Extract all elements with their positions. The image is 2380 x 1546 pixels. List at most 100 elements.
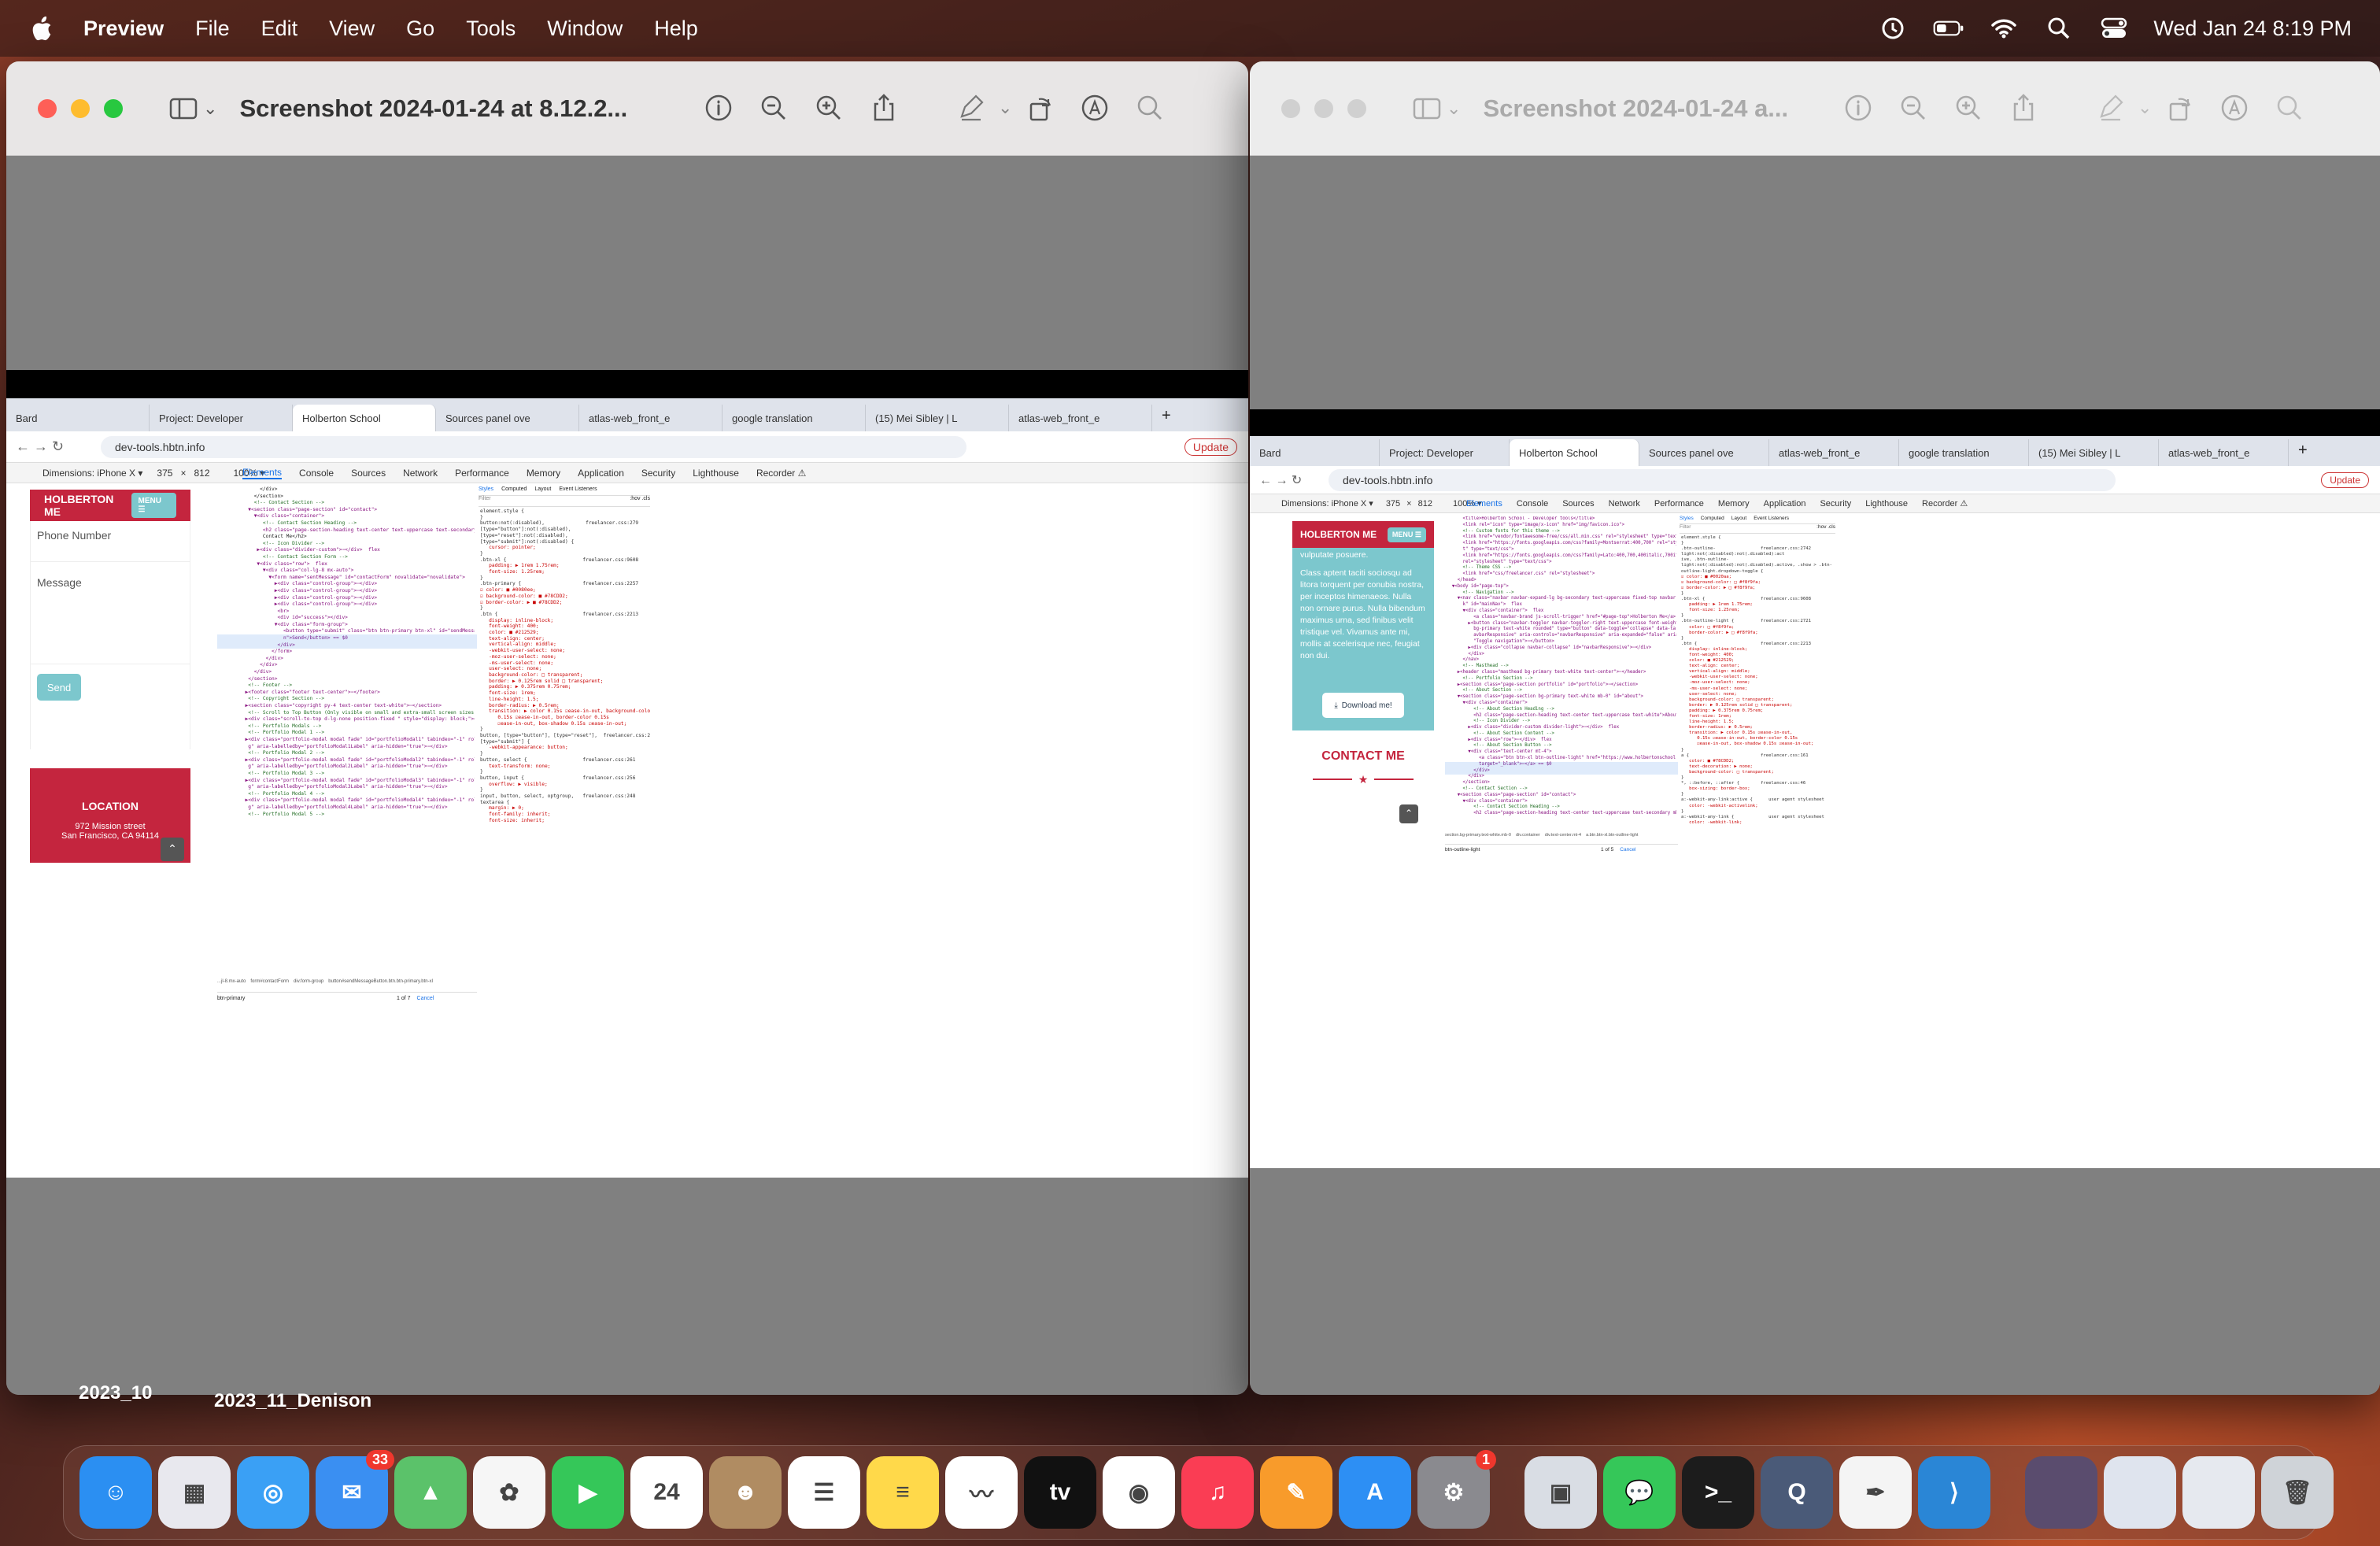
close-button[interactable]	[38, 98, 57, 118]
css-rule-line[interactable]: [type="reset"]:not(:disabled),	[480, 533, 650, 539]
css-rule-line[interactable]: ☑ease-in-out, box-shadow 0.15s ☑ease-in-…	[480, 721, 650, 727]
dom-node-line[interactable]: ▶<section class="copyright py-4 text-cen…	[219, 703, 475, 710]
tab-layout[interactable]: Layout	[1731, 516, 1747, 521]
tab-security[interactable]: Security	[1820, 499, 1851, 509]
css-rule-line[interactable]: display: inline-block;	[1681, 647, 1835, 653]
tab-network[interactable]: Network	[403, 468, 438, 479]
css-rule-line[interactable]: light:not(:disabled):not(.disabled).acti…	[1681, 563, 1835, 568]
css-rule-line[interactable]: ☑ease-in-out, box-shadow 0.15s ☑ease-in-…	[1681, 742, 1835, 747]
dom-node-line[interactable]: </head>	[1447, 578, 1676, 584]
dom-node-line[interactable]: <!-- Contact Section -->	[219, 500, 475, 507]
browser-tab[interactable]: atlas-web_front_e	[1769, 439, 1899, 466]
dom-node-line[interactable]: </section>	[219, 676, 475, 683]
browser-tab[interactable]: Bard	[1250, 439, 1380, 466]
browser-tab[interactable]: google translation	[1899, 439, 2029, 466]
dom-node-line[interactable]: <!-- Masthead -->	[1447, 664, 1676, 670]
css-rule-line[interactable]: border-radius: ▶ 0.5rem;	[1681, 725, 1835, 730]
menu-view[interactable]: View	[329, 17, 375, 41]
css-rule-line[interactable]: .btn-primary { freelancer.css:2257	[480, 581, 650, 587]
dom-node-line[interactable]: <!-- Scroll to Top Button (Only visible …	[219, 710, 475, 717]
dom-node-line[interactable]: rel="stylesheet" type="text/css">	[1447, 560, 1676, 566]
dom-node-line[interactable]: g" aria-labelledby="portfolioModal3Label…	[219, 784, 475, 791]
css-rule-line[interactable]: color: ■ #212529;	[1681, 658, 1835, 664]
dom-node-line[interactable]: ▶<div class="collapse navbar-collapse" i…	[1447, 645, 1676, 652]
css-rule-line[interactable]: font-size: 1rem;	[1681, 714, 1835, 719]
breadcrumb-item[interactable]: button#sendMessageButton.btn.btn-primary…	[328, 979, 433, 990]
device-width[interactable]: 375	[157, 468, 172, 479]
css-rule-line[interactable]: background-color: □ transparent;	[480, 672, 650, 679]
css-rule-line[interactable]: .btn-xl { freelancer.css:9608	[1681, 597, 1835, 602]
css-rule-line[interactable]: .btn-outline-light { freelancer.css:2721	[1681, 619, 1835, 624]
css-rule-line[interactable]: border-color: ▶ □ #f8f9fa;	[1681, 631, 1835, 636]
css-rule-line[interactable]: vertical-align: middle;	[480, 642, 650, 648]
css-rule-line[interactable]: margin: ▶ 0;	[480, 805, 650, 812]
find-input[interactable]: btn-primary	[217, 996, 390, 1001]
css-rule-line[interactable]: }	[480, 751, 650, 757]
css-rule-line[interactable]: *, ::before, ::after { freelancer.css:46	[1681, 781, 1835, 786]
css-rule-line[interactable]: }	[1681, 748, 1835, 753]
dom-node-line[interactable]: <title>Holberton School - Developer tool…	[1447, 516, 1676, 523]
dom-node-line[interactable]: k" id="mainNav"> flex	[1447, 602, 1676, 608]
dom-node-line[interactable]: <!-- Portfolio Section -->	[1447, 676, 1676, 682]
dom-node-line[interactable]: ▼<div class="container">	[1447, 799, 1676, 805]
tab-computed[interactable]: Computed	[1701, 516, 1724, 521]
css-rule-line[interactable]: text-transform: none;	[480, 764, 650, 770]
nav-arrows-icon[interactable]: ← → ↻	[1259, 472, 1302, 488]
dom-node-line[interactable]: <link rel="icon" type="image/x-icon" hre…	[1447, 523, 1676, 529]
css-rule-line[interactable]: font-family: inherit;	[480, 812, 650, 818]
browser-tab[interactable]: Project: Developer	[1380, 439, 1510, 466]
browser-tab[interactable]: atlas-web_front_e	[579, 405, 722, 431]
css-rule-line[interactable]: }	[1681, 792, 1835, 797]
tab-recorder[interactable]: Recorder ⚠	[756, 468, 806, 479]
dom-node-line[interactable]: ▼<div class="col-lg-8 mx-auto">	[219, 568, 475, 575]
css-rule-line[interactable]: -webkit-user-select: none;	[1681, 675, 1835, 680]
tab-elements[interactable]: Elements	[242, 467, 283, 479]
css-rule-line[interactable]: outline-light.dropdown-toggle {	[1681, 569, 1835, 575]
css-rule-line[interactable]: textarea {	[480, 800, 650, 806]
markup-icon[interactable]	[1067, 93, 1122, 123]
dom-node-line[interactable]: <!-- Portfolio Modal 2 -->	[219, 750, 475, 757]
markup-pen-icon[interactable]	[943, 93, 998, 123]
dom-node-line[interactable]: <!-- Custom fonts for this theme -->	[1447, 529, 1676, 535]
device-height[interactable]: 812	[1418, 499, 1432, 509]
css-rule-line[interactable]: [type="submit"]:not(:disabled) {	[480, 539, 650, 546]
css-rule-line[interactable]: ☑ background-color: ■ #78CDD2;	[480, 594, 650, 600]
css-rule-line[interactable]: }	[480, 769, 650, 775]
new-tab-icon[interactable]: +	[2289, 436, 2317, 466]
dom-node-line[interactable]: <!-- Copyright Section -->	[219, 696, 475, 703]
dom-node-line[interactable]: <h2 class="page-section-heading text-cen…	[1447, 811, 1676, 817]
chevron-down-icon[interactable]: ⌄	[203, 98, 217, 119]
dock-music-icon[interactable]: ♫	[1181, 1456, 1254, 1529]
dock-notes-icon[interactable]: ≡	[867, 1456, 939, 1529]
control-center-icon[interactable]	[2098, 13, 2130, 44]
css-rule-line[interactable]: text-align: center;	[480, 636, 650, 642]
dom-node-line[interactable]: ▶<footer class="footer text-center">⋯</f…	[219, 690, 475, 697]
css-rule-line[interactable]: transition: ▶ color 0.15s ☑ease-in-out,	[1681, 730, 1835, 736]
dom-node-line[interactable]: <link href="https://fonts.googleapis.com…	[1447, 553, 1676, 560]
menu-button[interactable]: MENU ☰	[131, 493, 176, 518]
css-rule-line[interactable]: }	[480, 727, 650, 733]
tab-security[interactable]: Security	[641, 468, 675, 479]
tab-console[interactable]: Console	[299, 468, 334, 479]
dom-node-line[interactable]: <a class="btn btn-xl btn-outline-light" …	[1447, 756, 1676, 762]
breadcrumb-item[interactable]: ...jl-8.mx-auto	[217, 979, 246, 990]
css-rule-line[interactable]: }	[480, 515, 650, 521]
css-rule-line[interactable]: color: □ #f8f9fa;	[1681, 625, 1835, 631]
dom-node-line[interactable]: <!-- Portfolio Modal 4 -->	[219, 791, 475, 798]
filter-input[interactable]: Filter	[479, 496, 491, 506]
tab-console[interactable]: Console	[1517, 499, 1548, 509]
dock-facetime-icon[interactable]: ▶	[552, 1456, 624, 1529]
message-field[interactable]: Message	[31, 562, 190, 664]
app-name-menu[interactable]: Preview	[83, 17, 164, 41]
dom-node-line[interactable]: </section>	[1447, 780, 1676, 786]
css-rule-line[interactable]: element.style {	[480, 509, 650, 515]
menu-file[interactable]: File	[195, 17, 230, 41]
dock-reminders-icon[interactable]: ☰	[788, 1456, 860, 1529]
dom-node-line[interactable]: <!-- Contact Section Form -->	[219, 554, 475, 561]
dom-node-line[interactable]: </form>	[219, 649, 475, 656]
dom-node-line[interactable]: <!-- Footer -->	[219, 682, 475, 690]
dock-messages-icon[interactable]: 💬	[1603, 1456, 1676, 1529]
dom-node-line[interactable]: <!-- Portfolio Modals -->	[219, 723, 475, 730]
breadcrumb-item[interactable]: div.text-center.mt-4	[1545, 833, 1581, 842]
dock-launchpad-icon[interactable]: ▦	[158, 1456, 231, 1529]
